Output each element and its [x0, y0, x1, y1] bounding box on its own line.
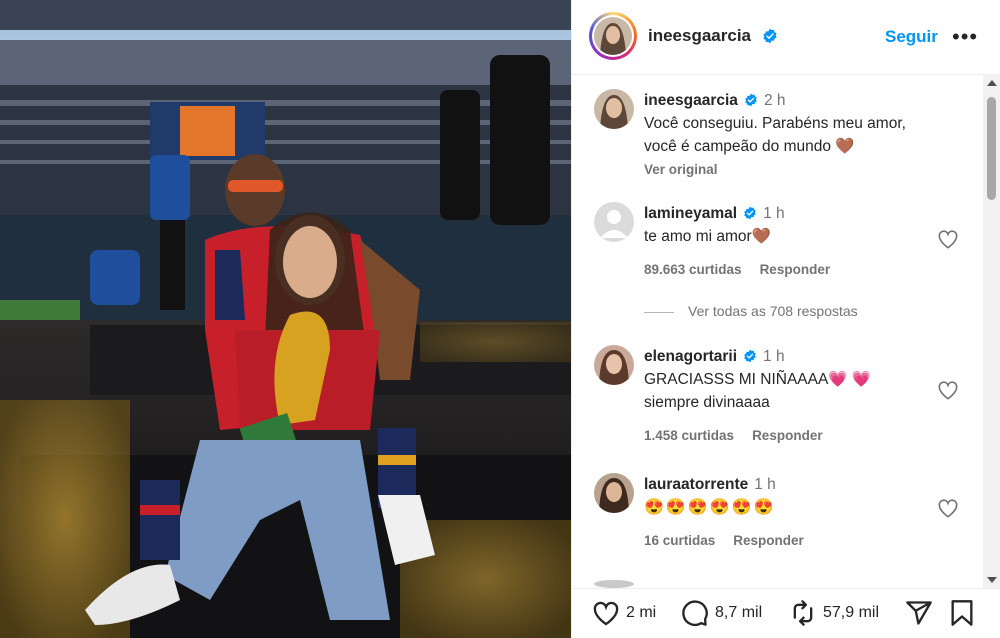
- share-icon[interactable]: [905, 599, 933, 627]
- author-username[interactable]: ineesgaarcia: [648, 26, 778, 46]
- author-avatar-image: [594, 17, 632, 55]
- save-action[interactable]: [950, 599, 974, 627]
- verified-badge-icon: [763, 28, 777, 43]
- comment-like-heart-icon[interactable]: [937, 229, 959, 249]
- post-photo[interactable]: [0, 0, 571, 638]
- comment-avatar[interactable]: [594, 473, 634, 513]
- repost-icon[interactable]: [789, 599, 817, 627]
- scroll-down-arrow-icon[interactable]: [987, 577, 997, 583]
- reply-button[interactable]: Responder: [752, 428, 823, 443]
- comment-text: 😍😍😍😍😍😍: [644, 499, 776, 516]
- caption-text: Você conseguiu. Parabéns meu amor, você …: [644, 115, 906, 155]
- share-action[interactable]: [905, 599, 933, 627]
- comment-username[interactable]: lauraatorrente: [644, 476, 748, 493]
- post-header: ineesgaarcia Seguir •••: [572, 0, 1000, 75]
- comment-icon[interactable]: [681, 599, 709, 627]
- comment-username[interactable]: lamineyamal: [644, 205, 737, 222]
- comment-username[interactable]: elenagortarii: [644, 348, 737, 365]
- reply-button[interactable]: Responder: [733, 533, 804, 548]
- repost-action[interactable]: 57,9 mil: [789, 599, 879, 627]
- comment-text: GRACIASSS MI NIÑAAAA💗 💗 siempre divinaaa…: [644, 371, 872, 411]
- next-comment-avatar-partial: [594, 580, 634, 588]
- default-avatar-icon: [594, 202, 634, 242]
- reply-button[interactable]: Responder: [760, 262, 831, 277]
- comment-body: lamineyamal 1 h te amo mi amor🤎 89.663 cu…: [644, 202, 927, 281]
- verified-badge-icon: [745, 93, 757, 107]
- comment-like-heart-icon[interactable]: [937, 498, 959, 518]
- caption-avatar-image: [594, 89, 634, 129]
- caption-avatar[interactable]: [594, 89, 634, 129]
- comment-likes[interactable]: 89.663 curtidas: [644, 262, 742, 277]
- post-side-panel: ineesgaarcia Seguir ••• ineesgaarcia 2 h…: [571, 0, 1000, 638]
- comment-meta: 89.663 curtidas Responder: [644, 258, 927, 281]
- comment-avatar-image: [594, 473, 634, 513]
- comment-likes[interactable]: 16 curtidas: [644, 533, 715, 548]
- comment-body: lauraatorrente 1 h 😍😍😍😍😍😍 16 curtidas Resp…: [644, 473, 927, 552]
- view-replies-text[interactable]: Ver todas as 708 respostas: [688, 303, 858, 319]
- scroll-up-arrow-icon[interactable]: [987, 80, 997, 86]
- see-original-link[interactable]: Ver original: [644, 158, 927, 181]
- comment-avatar-image: [594, 345, 634, 385]
- caption-time: 2 h: [763, 92, 786, 109]
- replies-divider-line: [644, 311, 674, 313]
- comment-action[interactable]: 8,7 mil: [681, 599, 762, 627]
- like-action[interactable]: 2 mi: [592, 599, 656, 627]
- caption-username[interactable]: ineesgaarcia: [644, 92, 738, 109]
- instagram-post-viewer: ineesgaarcia Seguir ••• ineesgaarcia 2 h…: [0, 0, 1000, 638]
- comment-meta: 16 curtidas Responder: [644, 529, 927, 552]
- comment-time: 1 h: [763, 348, 785, 365]
- comments-scrollbar[interactable]: [983, 75, 1000, 588]
- comment-avatar[interactable]: [594, 345, 634, 385]
- save-bookmark-icon[interactable]: [950, 599, 974, 627]
- comment-time: 1 h: [754, 476, 776, 493]
- view-replies-link[interactable]: Ver todas as 708 respostas: [644, 303, 858, 319]
- author-username-text[interactable]: ineesgaarcia: [648, 26, 751, 45]
- author-avatar[interactable]: [589, 12, 637, 60]
- likes-count: 2 mi: [626, 604, 657, 621]
- comment-meta: 1.458 curtidas Responder: [644, 424, 927, 447]
- comment-like-heart-icon[interactable]: [937, 380, 959, 400]
- post-action-bar: 2 mi 8,7 mil 57,9 mil: [572, 588, 1000, 638]
- verified-badge-icon: [744, 349, 756, 363]
- stadium-celebration-image: [0, 0, 571, 638]
- comment-body: elenagortarii 1 h GRACIASSS MI NIÑAAAA💗 💗…: [644, 345, 927, 447]
- like-heart-icon[interactable]: [592, 600, 620, 626]
- reposts-count: 57,9 mil: [823, 604, 880, 621]
- verified-badge-icon: [744, 206, 756, 220]
- scrollbar-thumb[interactable]: [987, 97, 996, 200]
- caption-body: ineesgaarcia 2 h Você conseguiu. Parabéns…: [644, 89, 927, 181]
- comments-list[interactable]: ineesgaarcia 2 h Você conseguiu. Parabéns…: [572, 75, 983, 588]
- more-options-icon[interactable]: •••: [952, 24, 978, 50]
- comment-text: te amo mi amor🤎: [644, 228, 771, 245]
- comments-count: 8,7 mil: [715, 604, 763, 621]
- comment-likes[interactable]: 1.458 curtidas: [644, 428, 734, 443]
- follow-button[interactable]: Seguir: [885, 27, 938, 47]
- comment-avatar[interactable]: [594, 202, 634, 242]
- comment-time: 1 h: [763, 205, 785, 222]
